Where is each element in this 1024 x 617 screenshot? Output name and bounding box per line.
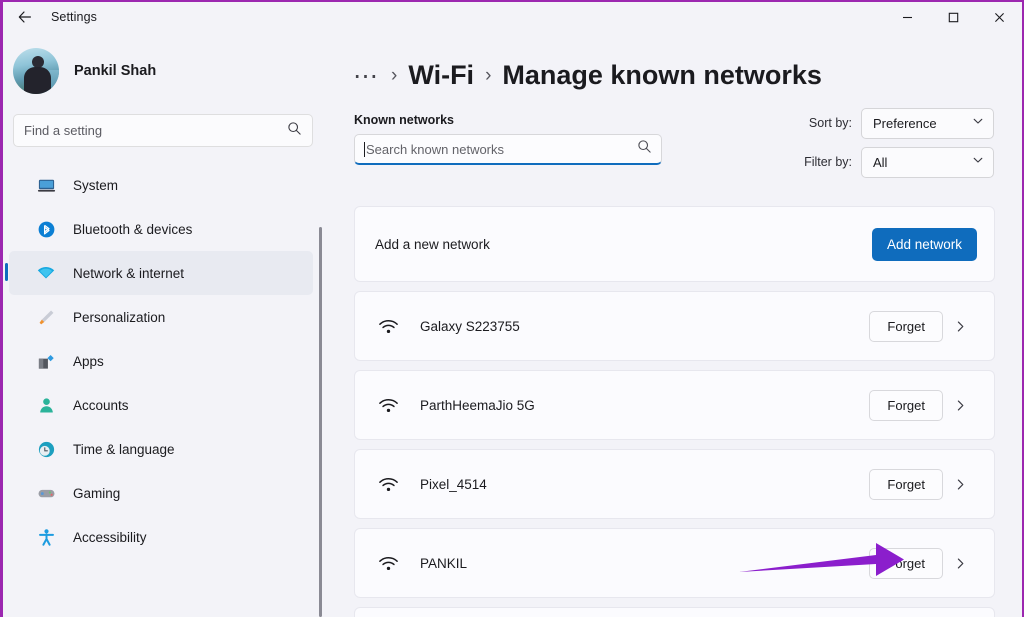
network-name: PANKIL — [420, 555, 468, 571]
breadcrumb: ⋯ › Wi-Fi › Manage known networks — [323, 32, 1022, 91]
add-network-button[interactable]: Add network — [871, 227, 977, 261]
chevron-right-icon[interactable] — [943, 557, 977, 570]
network-name: Galaxy S223755 — [420, 318, 520, 334]
find-a-setting-placeholder: Find a setting — [24, 123, 103, 138]
account-name: Pankil Shah — [74, 63, 157, 79]
search-known-networks-input[interactable]: Search known networks — [354, 134, 662, 165]
gamepad-icon — [35, 482, 57, 504]
list-controls: Sort by: Preference Filter by: All — [744, 107, 994, 185]
wifi-icon — [375, 318, 401, 335]
network-row[interactable]: ParthHeemaJio 5G Forget — [354, 370, 995, 440]
sort-by-label: Sort by: — [808, 116, 852, 130]
avatar — [13, 48, 59, 94]
chevron-right-icon[interactable] — [943, 478, 977, 491]
wifi-icon — [35, 262, 57, 284]
sort-by-dropdown[interactable]: Preference — [861, 107, 994, 139]
filter-by-dropdown[interactable]: All — [861, 146, 994, 178]
sidebar-item-accessibility[interactable]: Accessibility — [9, 515, 313, 559]
bluetooth-icon — [35, 218, 57, 240]
chevron-down-icon — [972, 153, 984, 171]
forget-button-pankil[interactable]: Forget — [869, 547, 943, 579]
breadcrumb-link-wifi[interactable]: Wi-Fi — [408, 60, 474, 91]
settings-window: Settings Pankil Shah Find a setting Syst… — [0, 0, 1024, 617]
filter-by-row: Filter by: All — [744, 146, 994, 178]
sidebar-item-label: Accounts — [73, 397, 129, 413]
sidebar-item-label: Accessibility — [73, 529, 147, 545]
sidebar-item-time-language[interactable]: Time & language — [9, 427, 313, 471]
sidebar-item-label: Network & internet — [73, 265, 185, 281]
back-button[interactable] — [3, 2, 47, 32]
chevron-down-icon — [972, 114, 984, 132]
title-bar: Settings — [3, 2, 1022, 32]
text-caret — [364, 141, 365, 157]
wifi-icon — [375, 397, 401, 414]
close-button[interactable] — [976, 2, 1022, 32]
window-title: Settings — [51, 10, 97, 24]
find-a-setting-input[interactable]: Find a setting — [13, 114, 313, 147]
sidebar: Pankil Shah Find a setting System Blueto… — [3, 32, 323, 617]
breadcrumb-overflow[interactable]: ⋯ — [353, 63, 380, 88]
sidebar-item-apps[interactable]: Apps — [9, 339, 313, 383]
sidebar-item-label: Bluetooth & devices — [73, 221, 193, 237]
search-icon — [287, 121, 302, 141]
apps-icon — [35, 350, 57, 372]
sidebar-item-accounts[interactable]: Accounts — [9, 383, 313, 427]
account-header[interactable]: Pankil Shah — [3, 32, 323, 108]
search-placeholder: Search known networks — [366, 141, 505, 157]
sidebar-item-network-internet[interactable]: Network & internet — [5, 251, 313, 295]
wifi-icon — [375, 476, 401, 493]
add-new-network-label: Add a new network — [375, 236, 490, 252]
breadcrumb-separator: › — [485, 64, 492, 86]
maximize-button[interactable] — [930, 2, 976, 32]
sidebar-item-system[interactable]: System — [9, 163, 313, 207]
paintbrush-icon — [35, 306, 57, 328]
sort-by-value: Preference — [873, 115, 937, 131]
search-icon[interactable] — [637, 139, 652, 159]
sidebar-item-label: Time & language — [73, 441, 175, 457]
sidebar-nav: System Bluetooth & devices Network & int… — [3, 163, 323, 559]
network-row-pankil[interactable]: PANKIL Forget — [354, 528, 995, 598]
filter-by-label: Filter by: — [804, 155, 852, 169]
minimize-button[interactable] — [884, 2, 930, 32]
network-name: ParthHeemaJio 5G — [420, 397, 535, 413]
sidebar-item-label: Gaming — [73, 485, 121, 501]
forget-button[interactable]: Forget — [869, 468, 943, 500]
known-networks-list: Add a new network Add network Galaxy S22… — [354, 206, 995, 617]
sidebar-item-label: System — [73, 177, 119, 193]
network-row[interactable]: Galaxy S223755 Forget — [354, 291, 995, 361]
sidebar-item-bluetooth-devices[interactable]: Bluetooth & devices — [9, 207, 313, 251]
person-icon — [35, 394, 57, 416]
forget-button[interactable]: Forget — [869, 310, 943, 342]
sort-by-row: Sort by: Preference — [744, 107, 994, 139]
accessibility-icon — [35, 526, 57, 548]
sidebar-item-label: Apps — [73, 353, 104, 369]
window-controls — [884, 2, 1022, 32]
main-content: ⋯ › Wi-Fi › Manage known networks Known … — [323, 32, 1022, 617]
wifi-icon — [375, 555, 401, 572]
add-new-network-row: Add a new network Add network — [354, 206, 995, 282]
sidebar-item-gaming[interactable]: Gaming — [9, 471, 313, 515]
sidebar-scrollbar[interactable] — [319, 227, 322, 617]
sidebar-item-personalization[interactable]: Personalization — [9, 295, 313, 339]
network-row-partial[interactable] — [354, 607, 995, 617]
chevron-right-icon[interactable] — [943, 399, 977, 412]
breadcrumb-separator: › — [391, 64, 398, 86]
monitor-icon — [35, 174, 57, 196]
forget-button[interactable]: Forget — [869, 389, 943, 421]
clock-icon — [35, 438, 57, 460]
network-row[interactable]: Pixel_4514 Forget — [354, 449, 995, 519]
chevron-right-icon[interactable] — [943, 320, 977, 333]
filter-by-value: All — [873, 154, 888, 170]
section-header-row: Known networks Search known networks Sor… — [354, 107, 1022, 178]
network-name: Pixel_4514 — [420, 476, 487, 492]
page-title: Manage known networks — [502, 60, 822, 90]
sidebar-item-label: Personalization — [73, 309, 166, 325]
